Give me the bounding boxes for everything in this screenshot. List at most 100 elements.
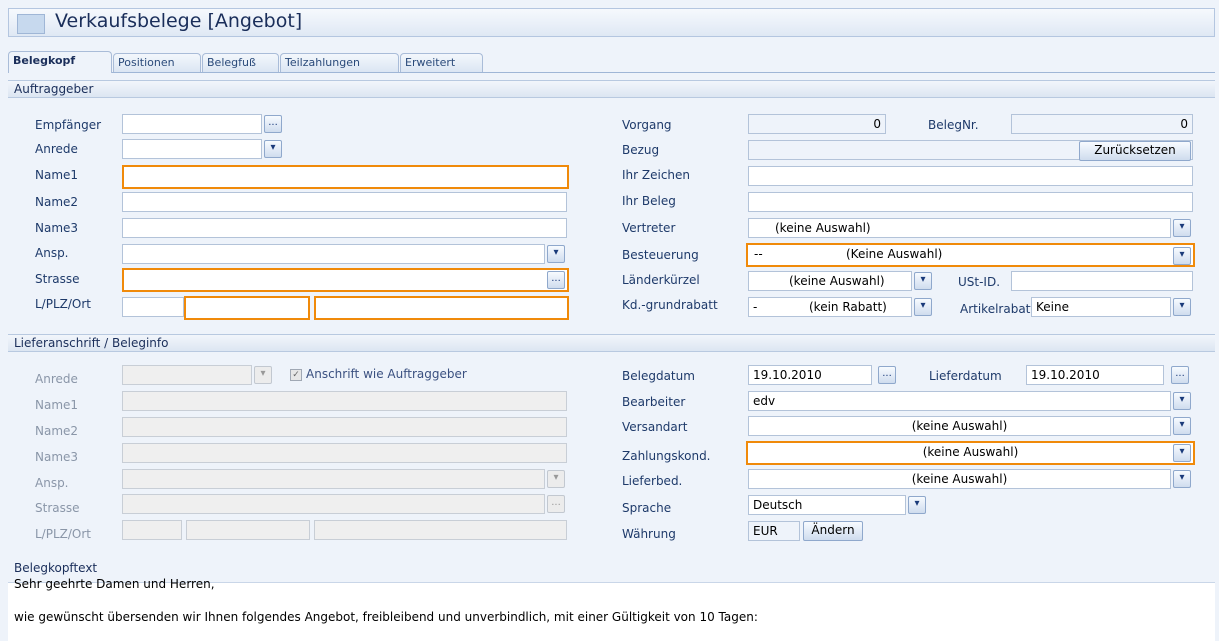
anschrift-checkbox-label[interactable]: Anschrift wie Auftraggeber [306, 367, 467, 381]
label-liefer-strasse: Strasse [35, 501, 80, 515]
label-kd-grundrabatt: Kd.-grundrabatt [622, 298, 718, 312]
label-anrede: Anrede [35, 142, 78, 156]
belegnr-field: 0 [1011, 114, 1193, 134]
besteuerung-prefix: -- [754, 247, 763, 261]
window-icon [17, 14, 45, 34]
anschrift-checkbox[interactable]: ✓ [290, 369, 302, 381]
laenderkuerzel-dropdown-icon[interactable]: ▾ [914, 272, 932, 290]
lieferdatum-picker-button[interactable]: ... [1171, 366, 1189, 384]
bearbeiter-dropdown-icon[interactable]: ▾ [1173, 392, 1191, 410]
kd-grundrabatt-select[interactable]: - (kein Rabatt) [748, 297, 912, 317]
anrede-select[interactable] [122, 139, 262, 159]
label-artikelrabatt: Artikelrabatt [960, 302, 1036, 316]
label-ust-id: USt-ID. [958, 275, 1001, 289]
name3-input[interactable] [122, 218, 567, 238]
lieferbed-dropdown-icon[interactable]: ▾ [1173, 470, 1191, 488]
label-vertreter: Vertreter [622, 221, 676, 235]
label-belegdatum: Belegdatum [622, 369, 695, 383]
check-icon: ✓ [292, 370, 300, 380]
liefer-ansp-dropdown-icon: ▾ [547, 470, 565, 488]
strasse-input[interactable] [122, 268, 569, 292]
label-sprache: Sprache [622, 501, 672, 515]
ansp-select[interactable] [122, 244, 545, 264]
waehrung-field: EUR [748, 521, 800, 541]
sprache-select[interactable]: Deutsch [748, 495, 906, 515]
liefer-anrede-dropdown-icon: ▾ [254, 366, 272, 384]
tab-positionen[interactable]: Positionen [113, 53, 201, 72]
liefer-land-input [122, 520, 182, 540]
belegkopftext-line2: wie gewünscht übersenden wir Ihnen folge… [14, 610, 758, 624]
liefer-ansp-select [122, 469, 545, 489]
liefer-plz-input [186, 520, 310, 540]
label-plz-ort: L/PLZ/Ort [35, 297, 91, 311]
name2-input[interactable] [122, 192, 567, 212]
besteuerung-dropdown-icon[interactable]: ▾ [1173, 247, 1191, 265]
liefer-strasse-lookup-button: ... [547, 495, 565, 513]
label-besteuerung: Besteuerung [622, 248, 699, 262]
ansp-dropdown-icon[interactable]: ▾ [547, 245, 565, 263]
besteuerung-value: (Keine Auswahl) [846, 247, 943, 261]
label-name2: Name2 [35, 195, 79, 209]
name1-input[interactable] [122, 165, 569, 189]
empfaenger-lookup-button[interactable]: ... [264, 115, 282, 133]
artikelrabatt-select[interactable]: Keine [1031, 297, 1171, 317]
lieferdatum-input[interactable]: 19.10.2010 [1026, 365, 1164, 385]
label-name1: Name1 [35, 168, 79, 182]
laenderkuerzel-select[interactable]: (keine Auswahl) [748, 271, 912, 291]
belegkopftext-editor[interactable]: Sehr geehrte Damen und Herren, wie gewün… [8, 577, 1215, 641]
label-vorgang: Vorgang [622, 118, 672, 132]
ort-input[interactable] [314, 296, 569, 320]
land-input[interactable] [122, 297, 184, 317]
label-liefer-ansp: Ansp. [35, 476, 69, 490]
tab-strip: Belegkopf Positionen Belegfuß Teilzahlun… [8, 51, 1215, 73]
ihr-beleg-input[interactable] [748, 192, 1193, 212]
label-bezug: Bezug [622, 143, 660, 157]
label-waehrung: Währung [622, 527, 676, 541]
tab-erweitert[interactable]: Erweitert [400, 53, 483, 72]
label-ihr-beleg: Ihr Beleg [622, 194, 676, 208]
besteuerung-select[interactable]: -- (Keine Auswahl) [746, 243, 1195, 267]
liefer-strasse-input [122, 494, 545, 514]
liefer-name2-input [122, 417, 567, 437]
label-name3: Name3 [35, 221, 79, 235]
label-liefer-name2: Name2 [35, 424, 79, 438]
versandart-select[interactable]: (keine Auswahl) [748, 416, 1171, 436]
vertreter-dropdown-icon[interactable]: ▾ [1173, 219, 1191, 237]
artikelrabatt-dropdown-icon[interactable]: ▾ [1173, 298, 1191, 316]
label-zahlungskond: Zahlungskond. [622, 449, 711, 463]
label-ihr-zeichen: Ihr Zeichen [622, 168, 691, 182]
tab-belegfuss[interactable]: Belegfuß [202, 53, 279, 72]
label-ansp: Ansp. [35, 246, 69, 260]
lieferbed-select[interactable]: (keine Auswahl) [748, 469, 1171, 489]
label-belegnr: BelegNr. [928, 118, 979, 132]
empfaenger-input[interactable] [122, 114, 262, 134]
sprache-dropdown-icon[interactable]: ▾ [908, 496, 926, 514]
reset-button[interactable]: Zurücksetzen [1079, 141, 1191, 161]
belegdatum-picker-button[interactable]: ... [878, 366, 896, 384]
zahlungskond-dropdown-icon[interactable]: ▾ [1173, 444, 1191, 462]
ust-id-input[interactable] [1011, 271, 1193, 291]
vertreter-select[interactable]: (keine Auswahl) [748, 218, 1171, 238]
plz-input[interactable] [184, 296, 310, 320]
tab-belegkopf[interactable]: Belegkopf [8, 51, 112, 73]
rabatt-value: (kein Rabatt) [809, 300, 887, 314]
window-title: Verkaufsbelege [Angebot] [55, 10, 303, 32]
aendern-button[interactable]: Ändern [803, 521, 863, 541]
versandart-dropdown-icon[interactable]: ▾ [1173, 417, 1191, 435]
bearbeiter-select[interactable]: edv [748, 391, 1171, 411]
belegdatum-input[interactable]: 19.10.2010 [748, 365, 872, 385]
ihr-zeichen-input[interactable] [748, 166, 1193, 186]
kd-grundrabatt-dropdown-icon[interactable]: ▾ [914, 298, 932, 316]
label-liefer-name3: Name3 [35, 450, 79, 464]
label-liefer-anrede: Anrede [35, 372, 78, 386]
label-liefer-name1: Name1 [35, 398, 79, 412]
section-header-lieferanschrift: Lieferanschrift / Beleginfo [8, 334, 1215, 352]
label-bearbeiter: Bearbeiter [622, 395, 686, 409]
strasse-lookup-button[interactable]: ... [547, 271, 565, 289]
anrede-dropdown-icon[interactable]: ▾ [264, 140, 282, 158]
zahlungskond-select[interactable]: (keine Auswahl) [746, 441, 1195, 465]
label-versandart: Versandart [622, 420, 688, 434]
liefer-name3-input [122, 443, 567, 463]
tab-teilzahlungen[interactable]: Teilzahlungen [280, 53, 399, 72]
label-lieferdatum: Lieferdatum [929, 369, 1002, 383]
